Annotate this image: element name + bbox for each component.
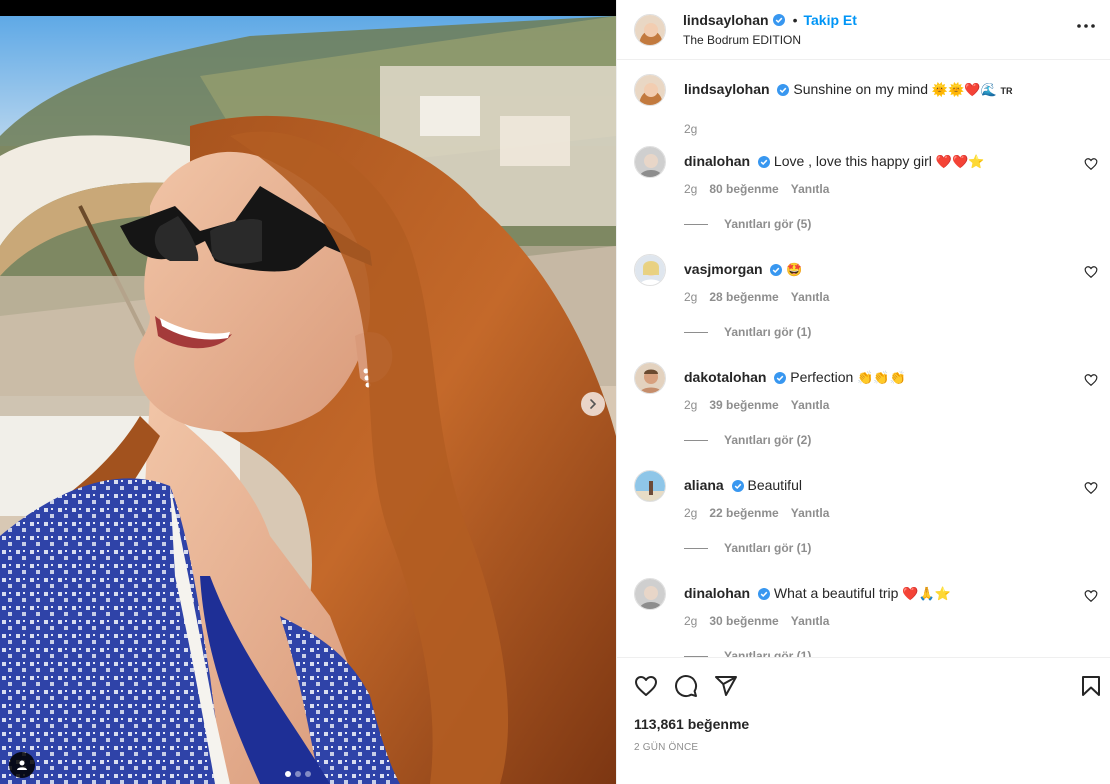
next-photo-button[interactable] <box>581 392 605 416</box>
comment-emoji: 🤩 <box>786 263 803 278</box>
caption-username[interactable]: lindsaylohan <box>684 81 770 97</box>
photo-top-bar <box>0 0 616 16</box>
heart-icon[interactable] <box>1084 157 1098 171</box>
comment-username[interactable]: dinalohan <box>684 585 750 601</box>
reply-button[interactable]: Yanıtla <box>791 506 830 520</box>
view-replies-button[interactable]: Yanıtları gör (1) <box>684 325 811 339</box>
verified-badge-icon <box>770 264 783 277</box>
replies-divider <box>684 547 708 549</box>
comment-likes[interactable]: 80 beğenme <box>709 182 778 196</box>
more-options-button[interactable] <box>1074 14 1098 38</box>
commenter-avatar[interactable] <box>634 254 666 286</box>
comment-emoji: ❤️❤️⭐ <box>935 155 985 170</box>
carousel-dot <box>285 771 291 777</box>
reply-button[interactable]: Yanıtla <box>791 614 830 628</box>
post-date[interactable]: 2 GÜN ÖNCE <box>634 742 698 753</box>
caption-emoji: 🌞🌞❤️🌊 <box>931 83 997 98</box>
share-icon[interactable] <box>714 674 738 698</box>
post-header: lindsaylohan • Takip Et The Bodrum EDITI… <box>617 0 1110 60</box>
follow-button[interactable]: Takip Et <box>803 12 856 29</box>
more-options-icon <box>1077 24 1095 28</box>
replies-divider <box>684 439 708 441</box>
verified-badge-icon <box>758 156 771 169</box>
comment-emoji: ❤️🙏⭐ <box>902 587 951 602</box>
author-avatar[interactable] <box>634 13 666 46</box>
post-location[interactable]: The Bodrum EDITION <box>683 33 857 47</box>
carousel-indicator <box>285 771 311 777</box>
replies-divider <box>684 223 708 225</box>
view-replies-label: Yanıtları gör (5) <box>724 217 812 231</box>
commenter-avatar[interactable] <box>634 578 666 610</box>
comment-username[interactable]: aliana <box>684 477 724 493</box>
header-separator: • <box>792 11 798 28</box>
comment-time[interactable]: 2g <box>684 614 697 628</box>
reply-button[interactable]: Yanıtla <box>791 182 830 196</box>
comment-icon[interactable] <box>674 674 698 698</box>
view-replies-button[interactable]: Yanıtları gör (5) <box>684 217 811 231</box>
post-details-panel: lindsaylohan • Takip Et The Bodrum EDITI… <box>616 0 1110 784</box>
author-avatar[interactable] <box>634 74 666 106</box>
photo-image <box>0 16 616 784</box>
likes-count[interactable]: 113,861 beğenme <box>634 716 749 732</box>
caption-time[interactable]: 2g <box>684 122 697 136</box>
commenter-avatar[interactable] <box>634 362 666 394</box>
comment-time[interactable]: 2g <box>684 290 697 304</box>
verified-badge-icon <box>758 588 771 601</box>
heart-icon[interactable] <box>1084 373 1098 387</box>
author-username[interactable]: lindsaylohan <box>683 12 769 29</box>
comment-time[interactable]: 2g <box>684 182 697 196</box>
comment-time[interactable]: 2g <box>684 398 697 412</box>
comment-time[interactable]: 2g <box>684 506 697 520</box>
comment-text: Beautiful <box>747 477 802 493</box>
comment-likes[interactable]: 39 beğenme <box>709 398 778 412</box>
chevron-right-icon <box>590 399 597 409</box>
carousel-dot <box>305 771 311 777</box>
view-replies-label: Yanıtları gör (1) <box>724 325 812 339</box>
comment-text: Perfection <box>790 369 854 385</box>
comment-text: Love , love this happy girl <box>773 153 932 169</box>
comment-username[interactable]: dinalohan <box>684 153 750 169</box>
post-photo[interactable] <box>0 0 616 784</box>
heart-icon[interactable] <box>1084 481 1098 495</box>
user-tag-button[interactable] <box>9 752 35 778</box>
comments-list[interactable]: lindsaylohan Sunshine on my mind 🌞🌞❤️🌊 T… <box>617 61 1110 657</box>
replies-divider <box>684 331 708 333</box>
view-replies-label: Yanıtları gör (1) <box>724 649 812 657</box>
commenter-avatar[interactable] <box>634 470 666 502</box>
reply-button[interactable]: Yanıtla <box>791 290 830 304</box>
heart-icon[interactable] <box>634 674 658 698</box>
comment-username[interactable]: dakotalohan <box>684 369 766 385</box>
user-tag-icon <box>17 760 27 770</box>
comment-emoji: 👏👏👏 <box>857 371 906 386</box>
view-replies-label: Yanıtları gör (2) <box>724 433 812 447</box>
view-replies-label: Yanıtları gör (1) <box>724 541 812 555</box>
reply-button[interactable]: Yanıtla <box>791 398 830 412</box>
caption-text: Sunshine on my mind <box>793 81 928 97</box>
view-replies-button[interactable]: Yanıtları gör (1) <box>684 541 811 555</box>
caption-flag: TR <box>1000 86 1013 96</box>
verified-badge-icon <box>731 480 744 493</box>
comment-likes[interactable]: 28 beğenme <box>709 290 778 304</box>
comment-username[interactable]: vasjmorgan <box>684 261 763 277</box>
verified-badge-icon <box>774 372 787 385</box>
comment-text: What a beautiful trip <box>773 585 899 601</box>
verified-badge-icon <box>777 84 790 97</box>
commenter-avatar[interactable] <box>634 146 666 178</box>
verified-badge-icon <box>772 14 785 27</box>
post-actions: 113,861 beğenme 2 GÜN ÖNCE <box>617 657 1110 784</box>
comment-likes[interactable]: 22 beğenme <box>709 506 778 520</box>
view-replies-button[interactable]: Yanıtları gör (2) <box>684 433 811 447</box>
carousel-dot <box>295 771 301 777</box>
bookmark-icon[interactable] <box>1079 674 1103 698</box>
comment-likes[interactable]: 30 beğenme <box>709 614 778 628</box>
heart-icon[interactable] <box>1084 589 1098 603</box>
heart-icon[interactable] <box>1084 265 1098 279</box>
view-replies-button[interactable]: Yanıtları gör (1) <box>684 649 811 657</box>
